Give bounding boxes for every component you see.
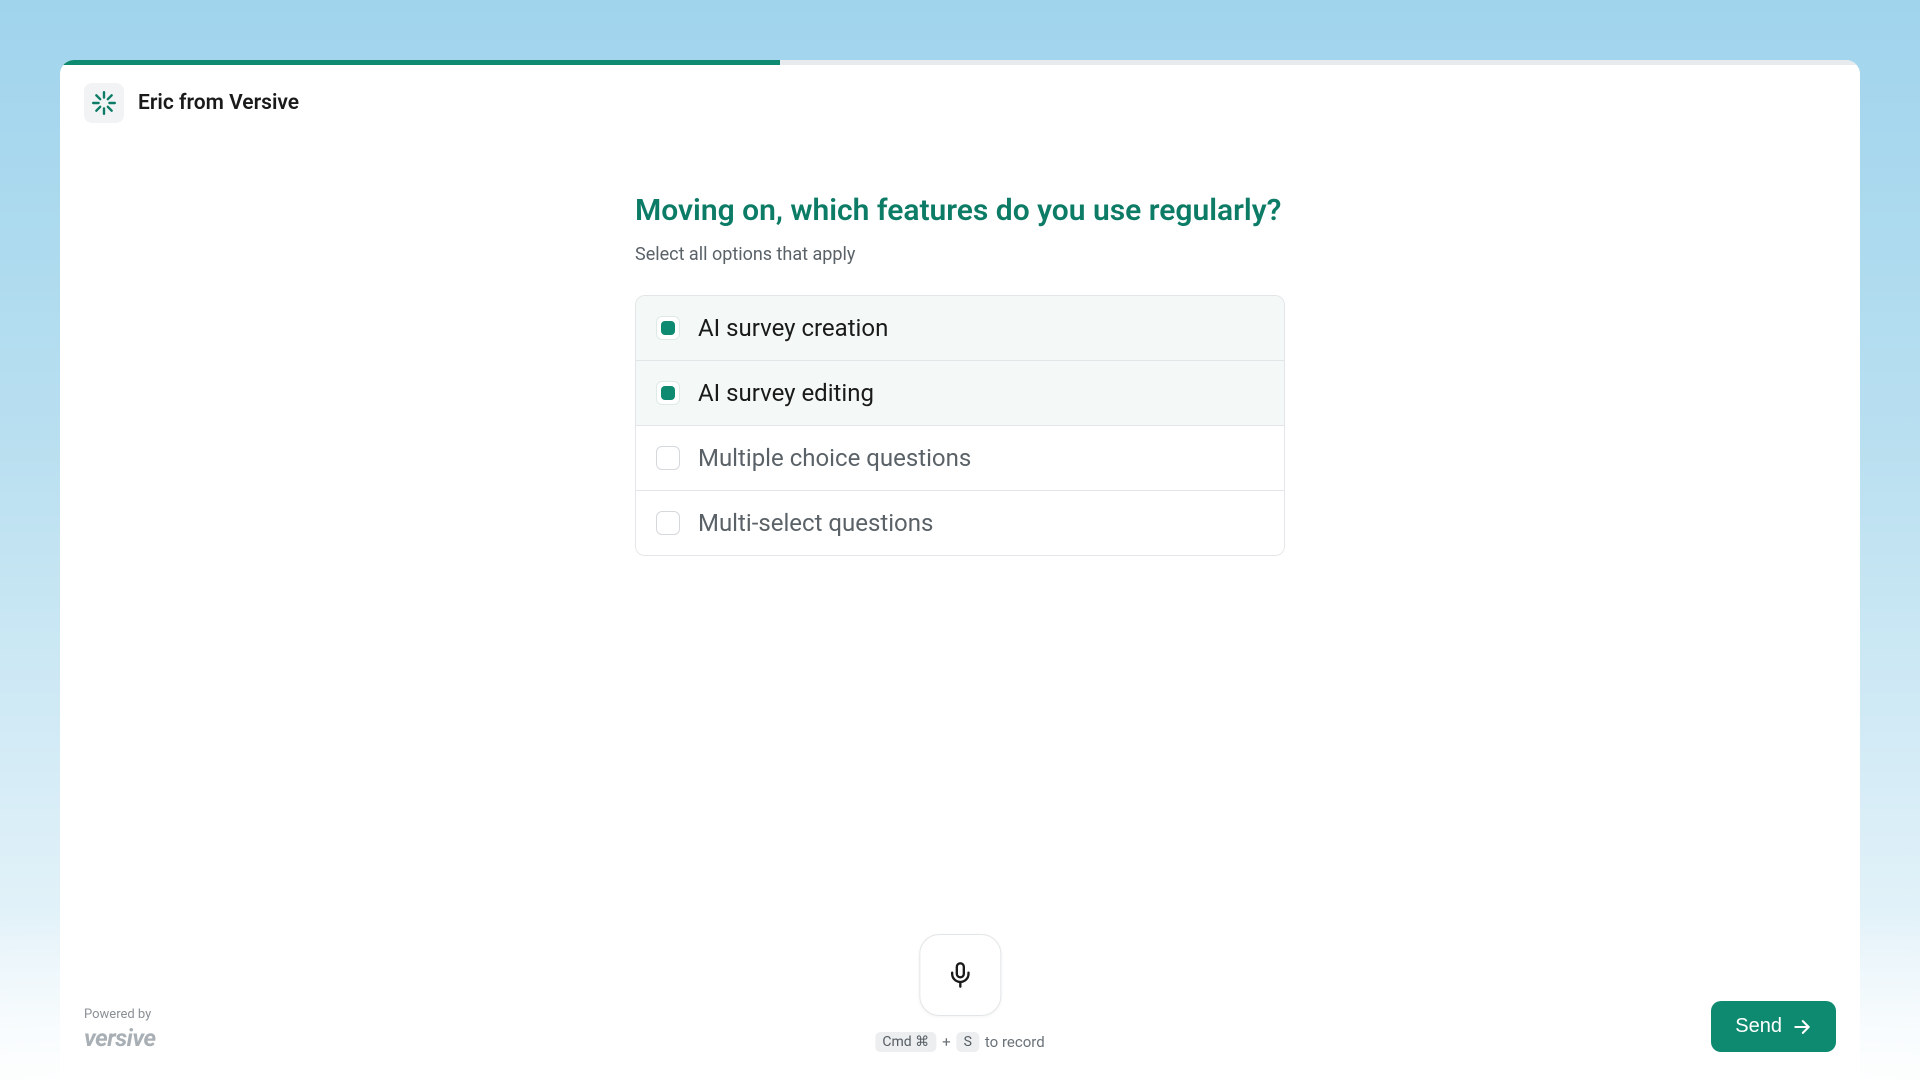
send-button-label: Send bbox=[1735, 1015, 1782, 1038]
checkbox-fill-icon bbox=[661, 386, 675, 400]
options-list: AI survey creation AI survey editing Mul… bbox=[635, 295, 1285, 556]
hint-plus: + bbox=[942, 1033, 951, 1051]
brand-name: versive bbox=[84, 1024, 156, 1052]
option-multiple-choice-questions[interactable]: Multiple choice questions bbox=[636, 426, 1284, 491]
option-label: AI survey editing bbox=[698, 379, 874, 407]
kbd-cmd: Cmd ⌘ bbox=[875, 1032, 936, 1052]
option-ai-survey-creation[interactable]: AI survey creation bbox=[636, 296, 1284, 361]
checkbox[interactable] bbox=[656, 381, 680, 405]
question-text: Moving on, which features do you use reg… bbox=[635, 191, 1285, 230]
mic-button[interactable] bbox=[919, 934, 1001, 1016]
record-controls: Cmd ⌘ + S to record bbox=[875, 934, 1044, 1052]
versive-logo-icon bbox=[91, 90, 117, 116]
brand-logo bbox=[84, 83, 124, 123]
checkbox[interactable] bbox=[656, 511, 680, 535]
powered-by[interactable]: Powered by versive bbox=[84, 1007, 156, 1052]
option-ai-survey-editing[interactable]: AI survey editing bbox=[636, 361, 1284, 426]
checkbox-fill-icon bbox=[661, 321, 675, 335]
survey-card: Eric from Versive Moving on, which featu… bbox=[60, 60, 1860, 1080]
card-header: Eric from Versive bbox=[60, 65, 1860, 141]
powered-by-label: Powered by bbox=[84, 1007, 156, 1022]
kbd-s: S bbox=[957, 1032, 979, 1052]
option-multi-select-questions[interactable]: Multi-select questions bbox=[636, 491, 1284, 555]
microphone-icon bbox=[946, 961, 974, 989]
header-title: Eric from Versive bbox=[138, 91, 299, 115]
option-label: Multi-select questions bbox=[698, 509, 933, 537]
send-button[interactable]: Send bbox=[1711, 1001, 1836, 1052]
survey-content: Moving on, which features do you use reg… bbox=[615, 191, 1305, 556]
option-label: AI survey creation bbox=[698, 314, 888, 342]
checkbox[interactable] bbox=[656, 446, 680, 470]
checkbox[interactable] bbox=[656, 316, 680, 340]
keyboard-hint: Cmd ⌘ + S to record bbox=[875, 1032, 1044, 1052]
option-label: Multiple choice questions bbox=[698, 444, 971, 472]
question-subtitle: Select all options that apply bbox=[635, 244, 1285, 265]
hint-text: to record bbox=[985, 1033, 1045, 1051]
arrow-right-icon bbox=[1792, 1017, 1812, 1037]
